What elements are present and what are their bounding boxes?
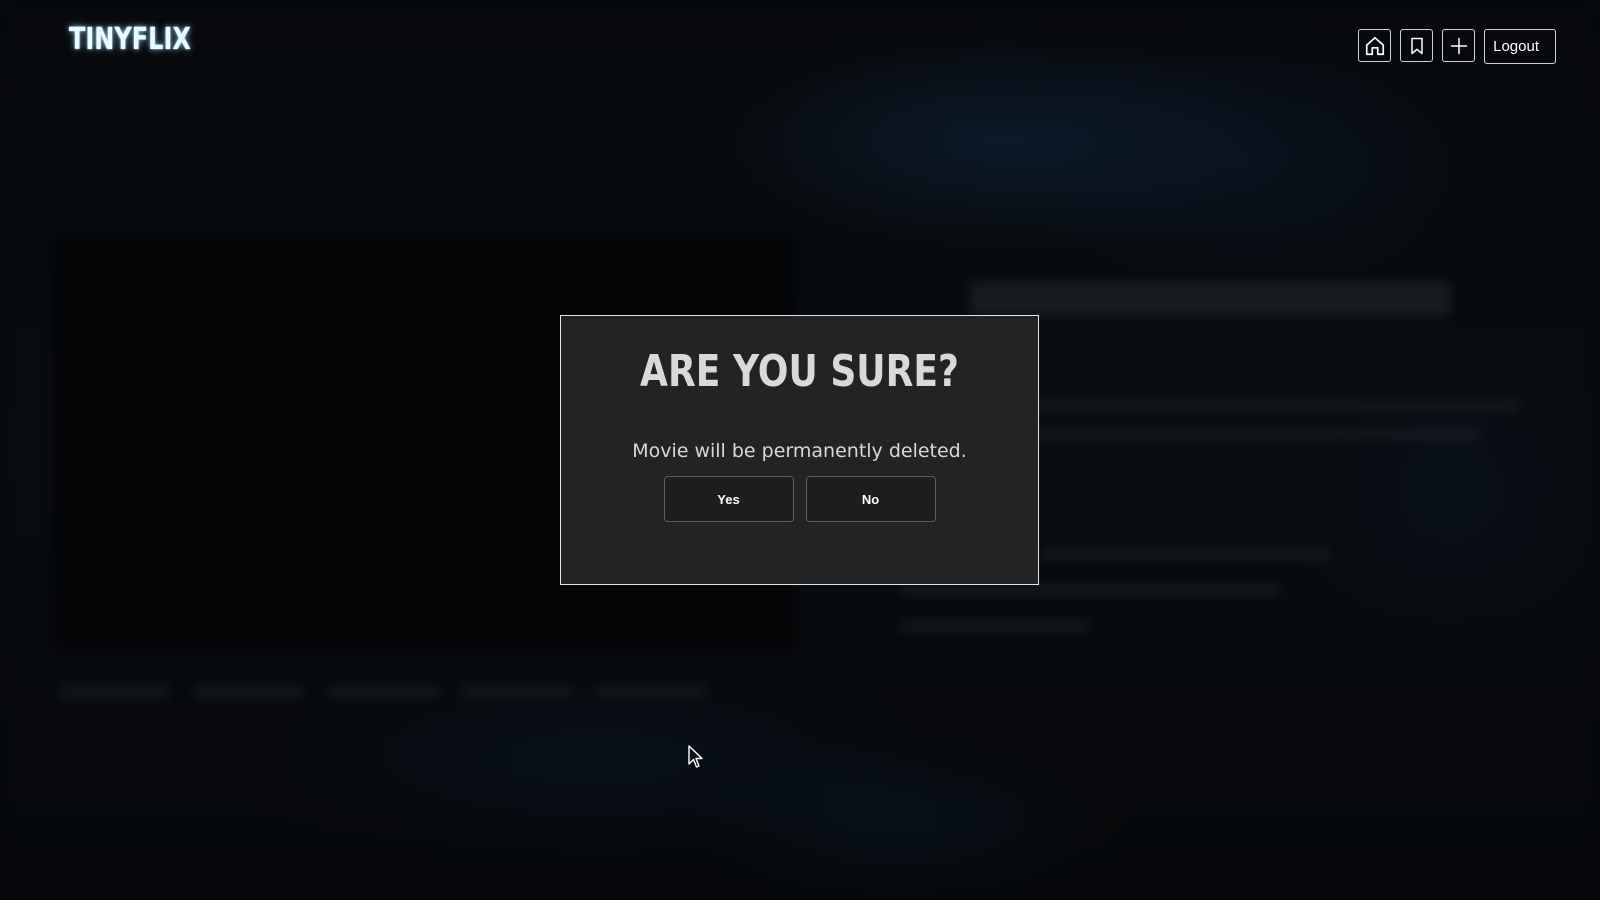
mouse-cursor-icon: [688, 745, 703, 768]
page: TINYFLIX Logout ARE YOU SURE? Movie will…: [0, 0, 1600, 900]
yes-button[interactable]: Yes: [663, 476, 794, 522]
dialog-message: Movie will be permanently deleted.: [632, 440, 967, 462]
add-movie-button[interactable]: [1442, 29, 1476, 62]
logout-button[interactable]: Logout: [1484, 29, 1556, 64]
plus-icon: [1450, 37, 1467, 54]
bookmark-icon: [1410, 37, 1423, 54]
no-button[interactable]: No: [805, 476, 936, 522]
confirm-delete-dialog: ARE YOU SURE? Movie will be permanently …: [560, 315, 1039, 585]
dialog-title: ARE YOU SURE?: [640, 346, 959, 397]
bookmark-button[interactable]: [1400, 29, 1434, 62]
home-icon: [1365, 36, 1384, 55]
top-nav: Logout: [1358, 29, 1556, 64]
app-logo[interactable]: TINYFLIX: [69, 22, 191, 57]
home-button[interactable]: [1358, 29, 1392, 62]
dialog-actions: Yes No: [561, 476, 1038, 522]
